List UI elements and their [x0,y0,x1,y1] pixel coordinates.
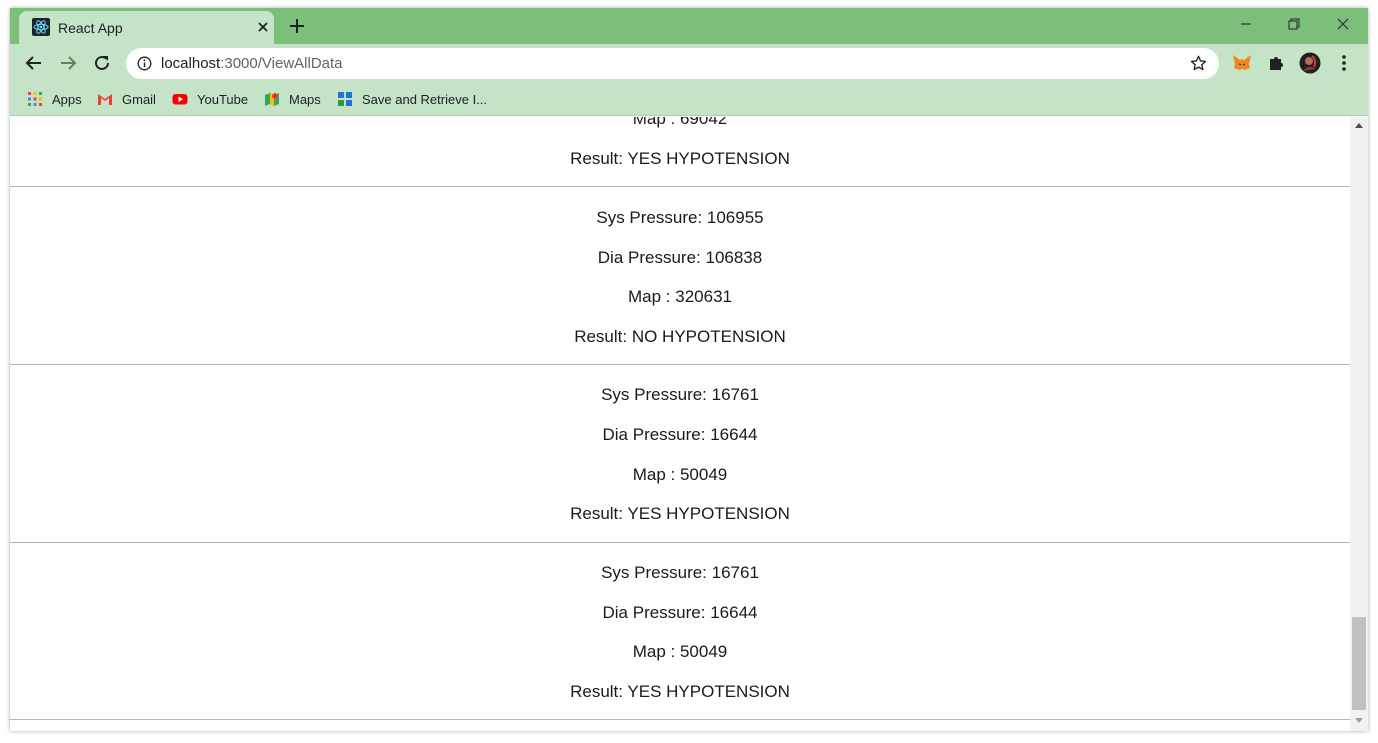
profile-avatar-icon[interactable] [1299,52,1321,74]
record-result: Result: YES HYPOTENSION [570,149,790,168]
maps-icon [265,93,279,106]
minimize-icon[interactable] [1236,14,1256,34]
record-sys-pressure: Sys Pressure: 16761 [601,563,759,582]
url-host: localhost [161,55,221,72]
url-path: :3000/ViewAllData [220,55,343,72]
record-result: Result: NO HYPOTENSION [574,327,786,346]
record-result: Result: YES HYPOTENSION [570,682,790,701]
site-info-icon[interactable] [137,56,152,71]
new-tab-plus-icon[interactable] [287,16,307,36]
record-dia-pressure: Dia Pressure: 16644 [602,425,758,444]
forward-arrow-icon[interactable] [57,52,79,74]
more-menu-icon[interactable] [1333,52,1355,74]
bookmark-label: YouTube [197,91,249,107]
close-tab-icon[interactable] [255,19,271,35]
bookmark-gmail[interactable]: Gmail [97,90,156,108]
record-divider [10,364,1350,365]
record-dia-pressure: Dia Pressure: 16644 [602,603,758,622]
bookmark-site-icon [338,92,352,106]
page-content: Map : 69042 Result: YES HYPOTENSION Sys … [10,117,1350,731]
scroll-up-arrow-icon[interactable] [1355,123,1363,128]
record-dia-pressure: Dia Pressure: 106838 [597,248,763,267]
url-text: localhost:3000/ViewAllData [161,55,343,72]
bookmark-label: Save and Retrieve I... [362,91,488,107]
record-map: Map : 69042 [632,117,728,128]
bookmark-label: Maps [289,91,321,107]
tab-title: React App [58,20,123,36]
record-map: Map : 50049 [632,642,728,661]
record-sys-pressure: Sys Pressure: 16761 [601,385,759,404]
scrollbar-thumb[interactable] [1352,617,1366,710]
gmail-icon [98,94,112,105]
back-arrow-icon[interactable] [23,52,45,74]
scroll-down-arrow-icon[interactable] [1355,718,1363,723]
browser-window: React App localhost:3000/ViewAllData App… [10,8,1368,731]
vertical-scrollbar[interactable] [1350,117,1368,731]
bookmark-save-and-retrieve[interactable]: Save and Retrieve I... [337,90,487,108]
youtube-icon [172,94,188,105]
bookmarks-bar: Apps Gmail YouTube Maps Save and Retriev… [10,82,1368,116]
restore-icon[interactable] [1284,14,1304,34]
bookmark-star-icon[interactable] [1189,54,1208,73]
bookmark-maps[interactable]: Maps [264,90,321,108]
record-divider [10,186,1350,187]
close-window-icon[interactable] [1333,14,1353,34]
react-favicon-icon [32,18,50,36]
tab-react-app[interactable]: React App [19,11,274,44]
extensions-puzzle-icon[interactable] [1265,52,1287,74]
browser-toolbar: localhost:3000/ViewAllData [10,44,1368,82]
record-divider [10,719,1350,720]
bookmark-label: Apps [52,91,82,107]
bookmark-apps[interactable]: Apps [27,90,82,108]
record-result: Result: YES HYPOTENSION [570,504,790,523]
bookmark-label: Gmail [122,91,156,107]
record-sys-pressure: Sys Pressure: 106955 [596,208,764,227]
title-bar: React App [10,8,1368,44]
metamask-fox-icon[interactable] [1231,52,1253,74]
bookmark-youtube[interactable]: YouTube [172,90,248,108]
record-map: Map : 50049 [632,465,728,484]
record-divider [10,542,1350,543]
record-map: Map : 320631 [628,287,732,306]
reload-icon[interactable] [91,52,113,74]
apps-grid-icon [28,92,42,106]
address-bar[interactable]: localhost:3000/ViewAllData [126,48,1219,79]
